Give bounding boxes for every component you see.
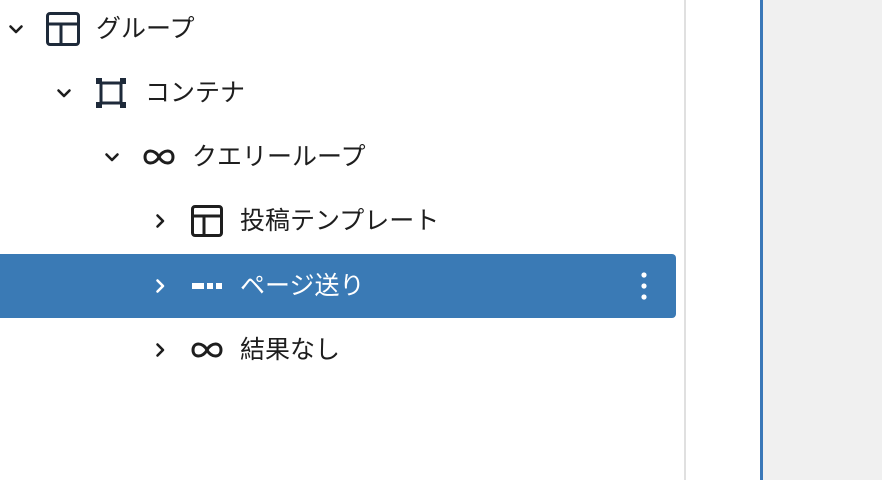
loop-icon <box>189 332 225 368</box>
container-icon <box>93 75 129 111</box>
list-item-query-loop[interactable]: クエリーループ <box>0 125 676 189</box>
sidebar-gap <box>686 0 760 480</box>
list-item-group[interactable]: グループ <box>0 0 676 61</box>
chevron-right-icon[interactable] <box>148 209 172 233</box>
editor-canvas[interactable] <box>763 0 882 480</box>
vertical-ellipsis-icon[interactable] <box>630 268 658 304</box>
list-item-label: ページ送り <box>240 271 365 300</box>
list-item-pagination[interactable]: ページ送り <box>0 254 676 318</box>
chevron-down-icon[interactable] <box>4 17 28 41</box>
chevron-right-icon[interactable] <box>148 338 172 362</box>
chevron-down-icon[interactable] <box>100 145 124 169</box>
list-item-label: クエリーループ <box>192 142 366 171</box>
post-template-layout-icon <box>189 203 225 239</box>
list-item-label: グループ <box>96 14 195 43</box>
list-item-no-results[interactable]: 結果なし <box>0 318 676 382</box>
chevron-down-icon[interactable] <box>52 81 76 105</box>
list-item-post-template[interactable]: 投稿テンプレート <box>0 189 676 253</box>
group-layout-icon <box>45 11 81 47</box>
pagination-icon <box>189 268 225 304</box>
loop-icon <box>141 139 177 175</box>
list-item-label: 投稿テンプレート <box>240 206 440 235</box>
list-view-panel: グループ コンテナ クエリーループ 投稿テンプレート ページ送り 結果なし <box>0 0 684 480</box>
list-item-label: 結果なし <box>240 335 341 364</box>
list-item-label: コンテナ <box>145 78 246 107</box>
chevron-right-icon[interactable] <box>148 274 172 298</box>
list-item-container[interactable]: コンテナ <box>0 61 676 125</box>
